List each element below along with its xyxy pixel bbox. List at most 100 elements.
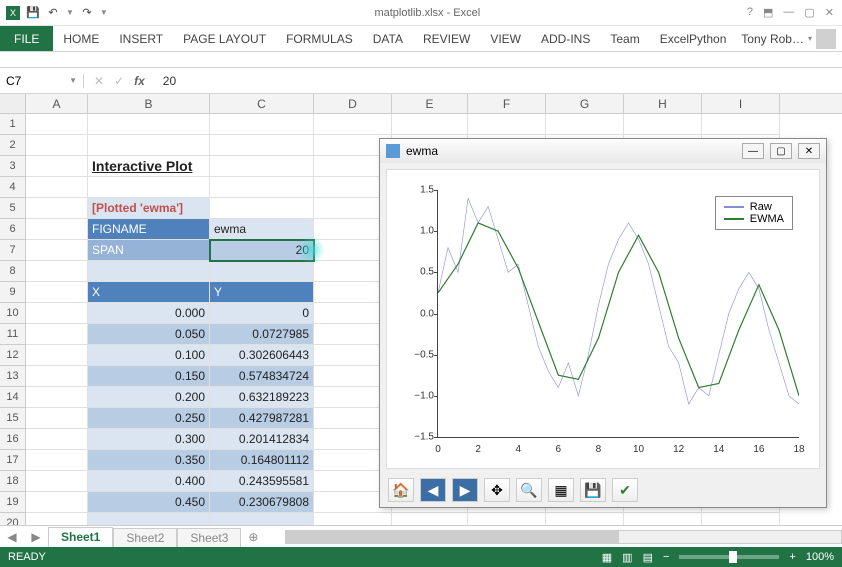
row-header[interactable]: 17 [0, 450, 26, 471]
tab-formulas[interactable]: FORMULAS [276, 26, 363, 51]
col-header[interactable]: I [702, 94, 780, 113]
plot-forward-icon[interactable]: ▶ [452, 478, 478, 502]
cell[interactable] [26, 177, 88, 198]
cell[interactable] [88, 177, 210, 198]
cell[interactable] [26, 198, 88, 219]
plot-home-icon[interactable]: 🏠 [388, 478, 414, 502]
enter-icon[interactable]: ✓ [114, 74, 124, 88]
row-header[interactable]: 2 [0, 135, 26, 156]
col-header[interactable]: B [88, 94, 210, 113]
view-layout-icon[interactable]: ▥ [622, 551, 632, 564]
cell[interactable]: 0.574834724 [210, 366, 314, 387]
cell[interactable] [26, 114, 88, 135]
cell[interactable]: ewma [210, 219, 314, 240]
cell[interactable] [546, 114, 624, 135]
tab-home[interactable]: HOME [53, 26, 109, 51]
cell[interactable] [88, 114, 210, 135]
plot-window[interactable]: ewma — ▢ ✕ Raw EWMA 1.51.00.50.0−0.5−1.0… [379, 138, 827, 508]
cell[interactable]: [Plotted 'ewma'] [88, 198, 210, 219]
cell[interactable] [26, 156, 88, 177]
col-header[interactable]: D [314, 94, 392, 113]
cell[interactable] [88, 261, 210, 282]
cell[interactable]: 0.201412834 [210, 429, 314, 450]
col-header[interactable]: C [210, 94, 314, 113]
sheet-nav-next-icon[interactable]: ▶ [24, 530, 48, 544]
row-header[interactable]: 15 [0, 408, 26, 429]
cell[interactable] [26, 366, 88, 387]
cell[interactable]: 0.230679808 [210, 492, 314, 513]
minimize-icon[interactable]: — [783, 6, 794, 19]
cell[interactable]: 0.250 [88, 408, 210, 429]
qat-customize-icon[interactable]: ▼ [100, 8, 108, 17]
cell[interactable] [392, 114, 468, 135]
cell[interactable] [26, 429, 88, 450]
row-header[interactable]: 12 [0, 345, 26, 366]
cell[interactable] [210, 261, 314, 282]
cell[interactable]: FIGNAME [88, 219, 210, 240]
cell[interactable]: Interactive Plot [88, 156, 210, 177]
row-header[interactable]: 19 [0, 492, 26, 513]
select-all[interactable] [0, 94, 26, 113]
cell[interactable]: 0.427987281 [210, 408, 314, 429]
row-header[interactable]: 14 [0, 387, 26, 408]
plot-minimize-icon[interactable]: — [742, 143, 764, 159]
row-header[interactable]: 8 [0, 261, 26, 282]
tab-review[interactable]: REVIEW [413, 26, 480, 51]
cell[interactable]: 0.0727985 [210, 324, 314, 345]
sheet-tab[interactable]: Sheet2 [113, 528, 177, 547]
cell[interactable]: 0.632189223 [210, 387, 314, 408]
formula-input[interactable]: 20 [155, 74, 842, 88]
plot-close-icon[interactable]: ✕ [798, 143, 820, 159]
cell[interactable] [26, 471, 88, 492]
cell[interactable] [26, 303, 88, 324]
tab-excelpython[interactable]: ExcelPython [650, 26, 737, 51]
zoom-in-icon[interactable]: + [789, 551, 795, 563]
undo-dropdown-icon[interactable]: ▼ [66, 8, 74, 17]
cell[interactable]: X [88, 282, 210, 303]
cell[interactable] [314, 114, 392, 135]
row-header[interactable]: 5 [0, 198, 26, 219]
sheet-nav-prev-icon[interactable]: ◀ [0, 530, 24, 544]
sheet-tab-active[interactable]: Sheet1 [48, 527, 113, 548]
zoom-level[interactable]: 100% [806, 551, 834, 563]
cancel-icon[interactable]: ✕ [94, 74, 104, 88]
cell[interactable] [26, 219, 88, 240]
zoom-out-icon[interactable]: − [663, 551, 669, 563]
tab-addins[interactable]: ADD-INS [531, 26, 600, 51]
cell[interactable] [26, 492, 88, 513]
col-header[interactable]: H [624, 94, 702, 113]
horizontal-scrollbar[interactable] [285, 530, 842, 544]
plot-maximize-icon[interactable]: ▢ [770, 143, 792, 159]
undo-icon[interactable]: ↶ [46, 6, 60, 20]
plot-ok-icon[interactable]: ✔ [612, 478, 638, 502]
cell[interactable] [210, 156, 314, 177]
cell[interactable]: 0 [210, 303, 314, 324]
view-pagebreak-icon[interactable]: ▤ [643, 551, 653, 564]
cell[interactable] [468, 114, 546, 135]
zoom-slider[interactable] [679, 555, 779, 559]
cell[interactable]: 0.450 [88, 492, 210, 513]
tab-team[interactable]: Team [600, 26, 649, 51]
cell[interactable] [26, 261, 88, 282]
user-name[interactable]: Tony Rob… [741, 32, 804, 46]
cell[interactable]: 0.100 [88, 345, 210, 366]
cell[interactable] [624, 114, 702, 135]
row-header[interactable]: 1 [0, 114, 26, 135]
cell[interactable] [26, 135, 88, 156]
ribbon-options-icon[interactable]: ⬒ [763, 6, 773, 19]
cell[interactable] [88, 135, 210, 156]
tab-data[interactable]: DATA [363, 26, 413, 51]
cell[interactable]: 0.243595581 [210, 471, 314, 492]
cell[interactable] [210, 114, 314, 135]
cell[interactable]: 0.050 [88, 324, 210, 345]
col-header[interactable]: E [392, 94, 468, 113]
help-icon[interactable]: ? [747, 6, 753, 19]
save-icon[interactable]: 💾 [26, 6, 40, 20]
cell[interactable]: 20 [210, 240, 314, 261]
row-header[interactable]: 13 [0, 366, 26, 387]
cell[interactable] [26, 387, 88, 408]
tab-view[interactable]: VIEW [480, 26, 531, 51]
cell[interactable] [26, 408, 88, 429]
name-box[interactable]: C7▼ [0, 74, 84, 88]
row-header[interactable]: 16 [0, 429, 26, 450]
